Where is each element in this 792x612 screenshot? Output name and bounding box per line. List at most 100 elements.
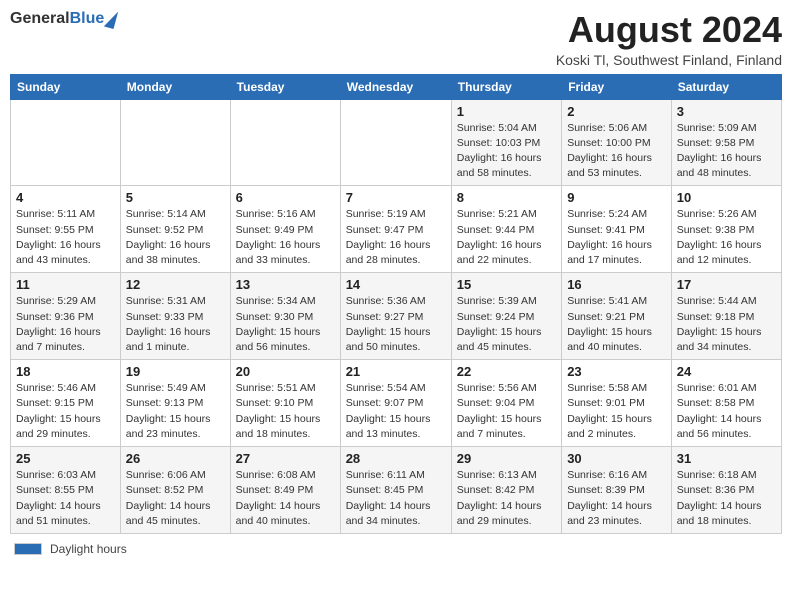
- day-header-wednesday: Wednesday: [340, 74, 451, 99]
- day-number: 29: [457, 451, 556, 466]
- day-number: 4: [16, 190, 115, 205]
- day-number: 7: [346, 190, 446, 205]
- cell-daylight-info: Sunrise: 5:26 AM Sunset: 9:38 PM Dayligh…: [677, 207, 776, 268]
- cell-daylight-info: Sunrise: 5:24 AM Sunset: 9:41 PM Dayligh…: [567, 207, 666, 268]
- page-header: General Blue August 2024 Koski Tl, South…: [10, 10, 782, 68]
- cell-daylight-info: Sunrise: 5:31 AM Sunset: 9:33 PM Dayligh…: [126, 294, 225, 355]
- cell-daylight-info: Sunrise: 5:51 AM Sunset: 9:10 PM Dayligh…: [236, 381, 335, 442]
- day-number: 21: [346, 364, 446, 379]
- calendar-cell: 23 Sunrise: 5:58 AM Sunset: 9:01 PM Dayli…: [562, 360, 672, 447]
- day-number: 19: [126, 364, 225, 379]
- calendar-cell: 2 Sunrise: 5:06 AM Sunset: 10:00 PM Dayli…: [562, 99, 672, 186]
- day-number: 13: [236, 277, 335, 292]
- logo-triangle-icon: [104, 9, 118, 29]
- day-header-thursday: Thursday: [451, 74, 561, 99]
- cell-daylight-info: Sunrise: 6:16 AM Sunset: 8:39 PM Dayligh…: [567, 468, 666, 529]
- legend-color-box: [14, 543, 42, 555]
- calendar-cell: [11, 99, 121, 186]
- calendar-cell: [230, 99, 340, 186]
- calendar-body: 1 Sunrise: 5:04 AM Sunset: 10:03 PM Dayli…: [11, 99, 782, 533]
- cell-daylight-info: Sunrise: 5:06 AM Sunset: 10:00 PM Daylig…: [567, 121, 666, 182]
- cell-daylight-info: Sunrise: 5:49 AM Sunset: 9:13 PM Dayligh…: [126, 381, 225, 442]
- day-number: 15: [457, 277, 556, 292]
- day-number: 2: [567, 104, 666, 119]
- calendar-week-row: 18 Sunrise: 5:46 AM Sunset: 9:15 PM Dayli…: [11, 360, 782, 447]
- day-header-saturday: Saturday: [671, 74, 781, 99]
- calendar-cell: 14 Sunrise: 5:36 AM Sunset: 9:27 PM Dayli…: [340, 273, 451, 360]
- cell-daylight-info: Sunrise: 5:44 AM Sunset: 9:18 PM Dayligh…: [677, 294, 776, 355]
- calendar-week-row: 4 Sunrise: 5:11 AM Sunset: 9:55 PM Daylig…: [11, 186, 782, 273]
- calendar-week-row: 25Sunrise: 6:03 AM Sunset: 8:55 PM Dayli…: [11, 447, 782, 534]
- day-number: 8: [457, 190, 556, 205]
- calendar-cell: 10 Sunrise: 5:26 AM Sunset: 9:38 PM Dayli…: [671, 186, 781, 273]
- cell-daylight-info: Sunrise: 5:39 AM Sunset: 9:24 PM Dayligh…: [457, 294, 556, 355]
- calendar-table: SundayMondayTuesdayWednesdayThursdayFrid…: [10, 74, 782, 534]
- cell-daylight-info: Sunrise: 5:16 AM Sunset: 9:49 PM Dayligh…: [236, 207, 335, 268]
- calendar-cell: 3 Sunrise: 5:09 AM Sunset: 9:58 PM Daylig…: [671, 99, 781, 186]
- cell-daylight-info: Sunrise: 5:21 AM Sunset: 9:44 PM Dayligh…: [457, 207, 556, 268]
- cell-daylight-info: Sunrise: 5:04 AM Sunset: 10:03 PM Daylig…: [457, 121, 556, 182]
- cell-daylight-info: Sunrise: 6:13 AM Sunset: 8:42 PM Dayligh…: [457, 468, 556, 529]
- calendar-cell: 19 Sunrise: 5:49 AM Sunset: 9:13 PM Dayli…: [120, 360, 230, 447]
- cell-daylight-info: Sunrise: 6:18 AM Sunset: 8:36 PM Dayligh…: [677, 468, 776, 529]
- cell-daylight-info: Sunrise: 6:06 AM Sunset: 8:52 PM Dayligh…: [126, 468, 225, 529]
- day-header-monday: Monday: [120, 74, 230, 99]
- day-number: 14: [346, 277, 446, 292]
- cell-daylight-info: Sunrise: 5:46 AM Sunset: 9:15 PM Dayligh…: [16, 381, 115, 442]
- calendar-cell: 13 Sunrise: 5:34 AM Sunset: 9:30 PM Dayli…: [230, 273, 340, 360]
- day-number: 17: [677, 277, 776, 292]
- logo-blue-text: Blue: [70, 10, 105, 28]
- day-number: 1: [457, 104, 556, 119]
- calendar-cell: 7 Sunrise: 5:19 AM Sunset: 9:47 PM Daylig…: [340, 186, 451, 273]
- calendar-cell: 27Sunrise: 6:08 AM Sunset: 8:49 PM Dayli…: [230, 447, 340, 534]
- cell-daylight-info: Sunrise: 5:58 AM Sunset: 9:01 PM Dayligh…: [567, 381, 666, 442]
- cell-daylight-info: Sunrise: 6:11 AM Sunset: 8:45 PM Dayligh…: [346, 468, 446, 529]
- calendar-cell: 8 Sunrise: 5:21 AM Sunset: 9:44 PM Daylig…: [451, 186, 561, 273]
- calendar-cell: 5 Sunrise: 5:14 AM Sunset: 9:52 PM Daylig…: [120, 186, 230, 273]
- month-title: August 2024: [556, 10, 782, 50]
- calendar-cell: 25Sunrise: 6:03 AM Sunset: 8:55 PM Dayli…: [11, 447, 121, 534]
- day-number: 23: [567, 364, 666, 379]
- calendar-week-row: 1 Sunrise: 5:04 AM Sunset: 10:03 PM Dayli…: [11, 99, 782, 186]
- calendar-cell: 9Sunrise: 5:24 AM Sunset: 9:41 PM Daylig…: [562, 186, 672, 273]
- cell-daylight-info: Sunrise: 5:19 AM Sunset: 9:47 PM Dayligh…: [346, 207, 446, 268]
- calendar-cell: 15 Sunrise: 5:39 AM Sunset: 9:24 PM Dayli…: [451, 273, 561, 360]
- calendar-cell: 26Sunrise: 6:06 AM Sunset: 8:52 PM Dayli…: [120, 447, 230, 534]
- calendar-cell: 16 Sunrise: 5:41 AM Sunset: 9:21 PM Dayli…: [562, 273, 672, 360]
- cell-daylight-info: Sunrise: 6:01 AM Sunset: 8:58 PM Dayligh…: [677, 381, 776, 442]
- logo: General Blue: [10, 10, 116, 28]
- day-number: 18: [16, 364, 115, 379]
- title-block: August 2024 Koski Tl, Southwest Finland,…: [556, 10, 782, 68]
- day-number: 11: [16, 277, 115, 292]
- calendar-cell: 1 Sunrise: 5:04 AM Sunset: 10:03 PM Dayli…: [451, 99, 561, 186]
- cell-daylight-info: Sunrise: 5:34 AM Sunset: 9:30 PM Dayligh…: [236, 294, 335, 355]
- day-number: 3: [677, 104, 776, 119]
- day-number: 6: [236, 190, 335, 205]
- day-number: 31: [677, 451, 776, 466]
- calendar-header-row: SundayMondayTuesdayWednesdayThursdayFrid…: [11, 74, 782, 99]
- legend-label: Daylight hours: [50, 542, 127, 556]
- day-number: 10: [677, 190, 776, 205]
- day-number: 16: [567, 277, 666, 292]
- logo-general-text: General: [10, 10, 70, 28]
- calendar-cell: 11 Sunrise: 5:29 AM Sunset: 9:36 PM Dayli…: [11, 273, 121, 360]
- cell-daylight-info: Sunrise: 6:08 AM Sunset: 8:49 PM Dayligh…: [236, 468, 335, 529]
- cell-daylight-info: Sunrise: 5:41 AM Sunset: 9:21 PM Dayligh…: [567, 294, 666, 355]
- calendar-cell: 24 Sunrise: 6:01 AM Sunset: 8:58 PM Dayli…: [671, 360, 781, 447]
- cell-daylight-info: Sunrise: 5:36 AM Sunset: 9:27 PM Dayligh…: [346, 294, 446, 355]
- cell-daylight-info: Sunrise: 5:09 AM Sunset: 9:58 PM Dayligh…: [677, 121, 776, 182]
- calendar-cell: 28 Sunrise: 6:11 AM Sunset: 8:45 PM Dayli…: [340, 447, 451, 534]
- cell-daylight-info: Sunrise: 5:14 AM Sunset: 9:52 PM Dayligh…: [126, 207, 225, 268]
- day-number: 22: [457, 364, 556, 379]
- calendar-cell: 18 Sunrise: 5:46 AM Sunset: 9:15 PM Dayli…: [11, 360, 121, 447]
- cell-daylight-info: Sunrise: 5:29 AM Sunset: 9:36 PM Dayligh…: [16, 294, 115, 355]
- day-header-sunday: Sunday: [11, 74, 121, 99]
- day-number: 5: [126, 190, 225, 205]
- calendar-week-row: 11 Sunrise: 5:29 AM Sunset: 9:36 PM Dayli…: [11, 273, 782, 360]
- day-number: 24: [677, 364, 776, 379]
- calendar-cell: 31 Sunrise: 6:18 AM Sunset: 8:36 PM Dayli…: [671, 447, 781, 534]
- cell-daylight-info: Sunrise: 6:03 AM Sunset: 8:55 PM Dayligh…: [16, 468, 115, 529]
- location-subtitle: Koski Tl, Southwest Finland, Finland: [556, 52, 782, 68]
- cell-daylight-info: Sunrise: 5:11 AM Sunset: 9:55 PM Dayligh…: [16, 207, 115, 268]
- day-number: 28: [346, 451, 446, 466]
